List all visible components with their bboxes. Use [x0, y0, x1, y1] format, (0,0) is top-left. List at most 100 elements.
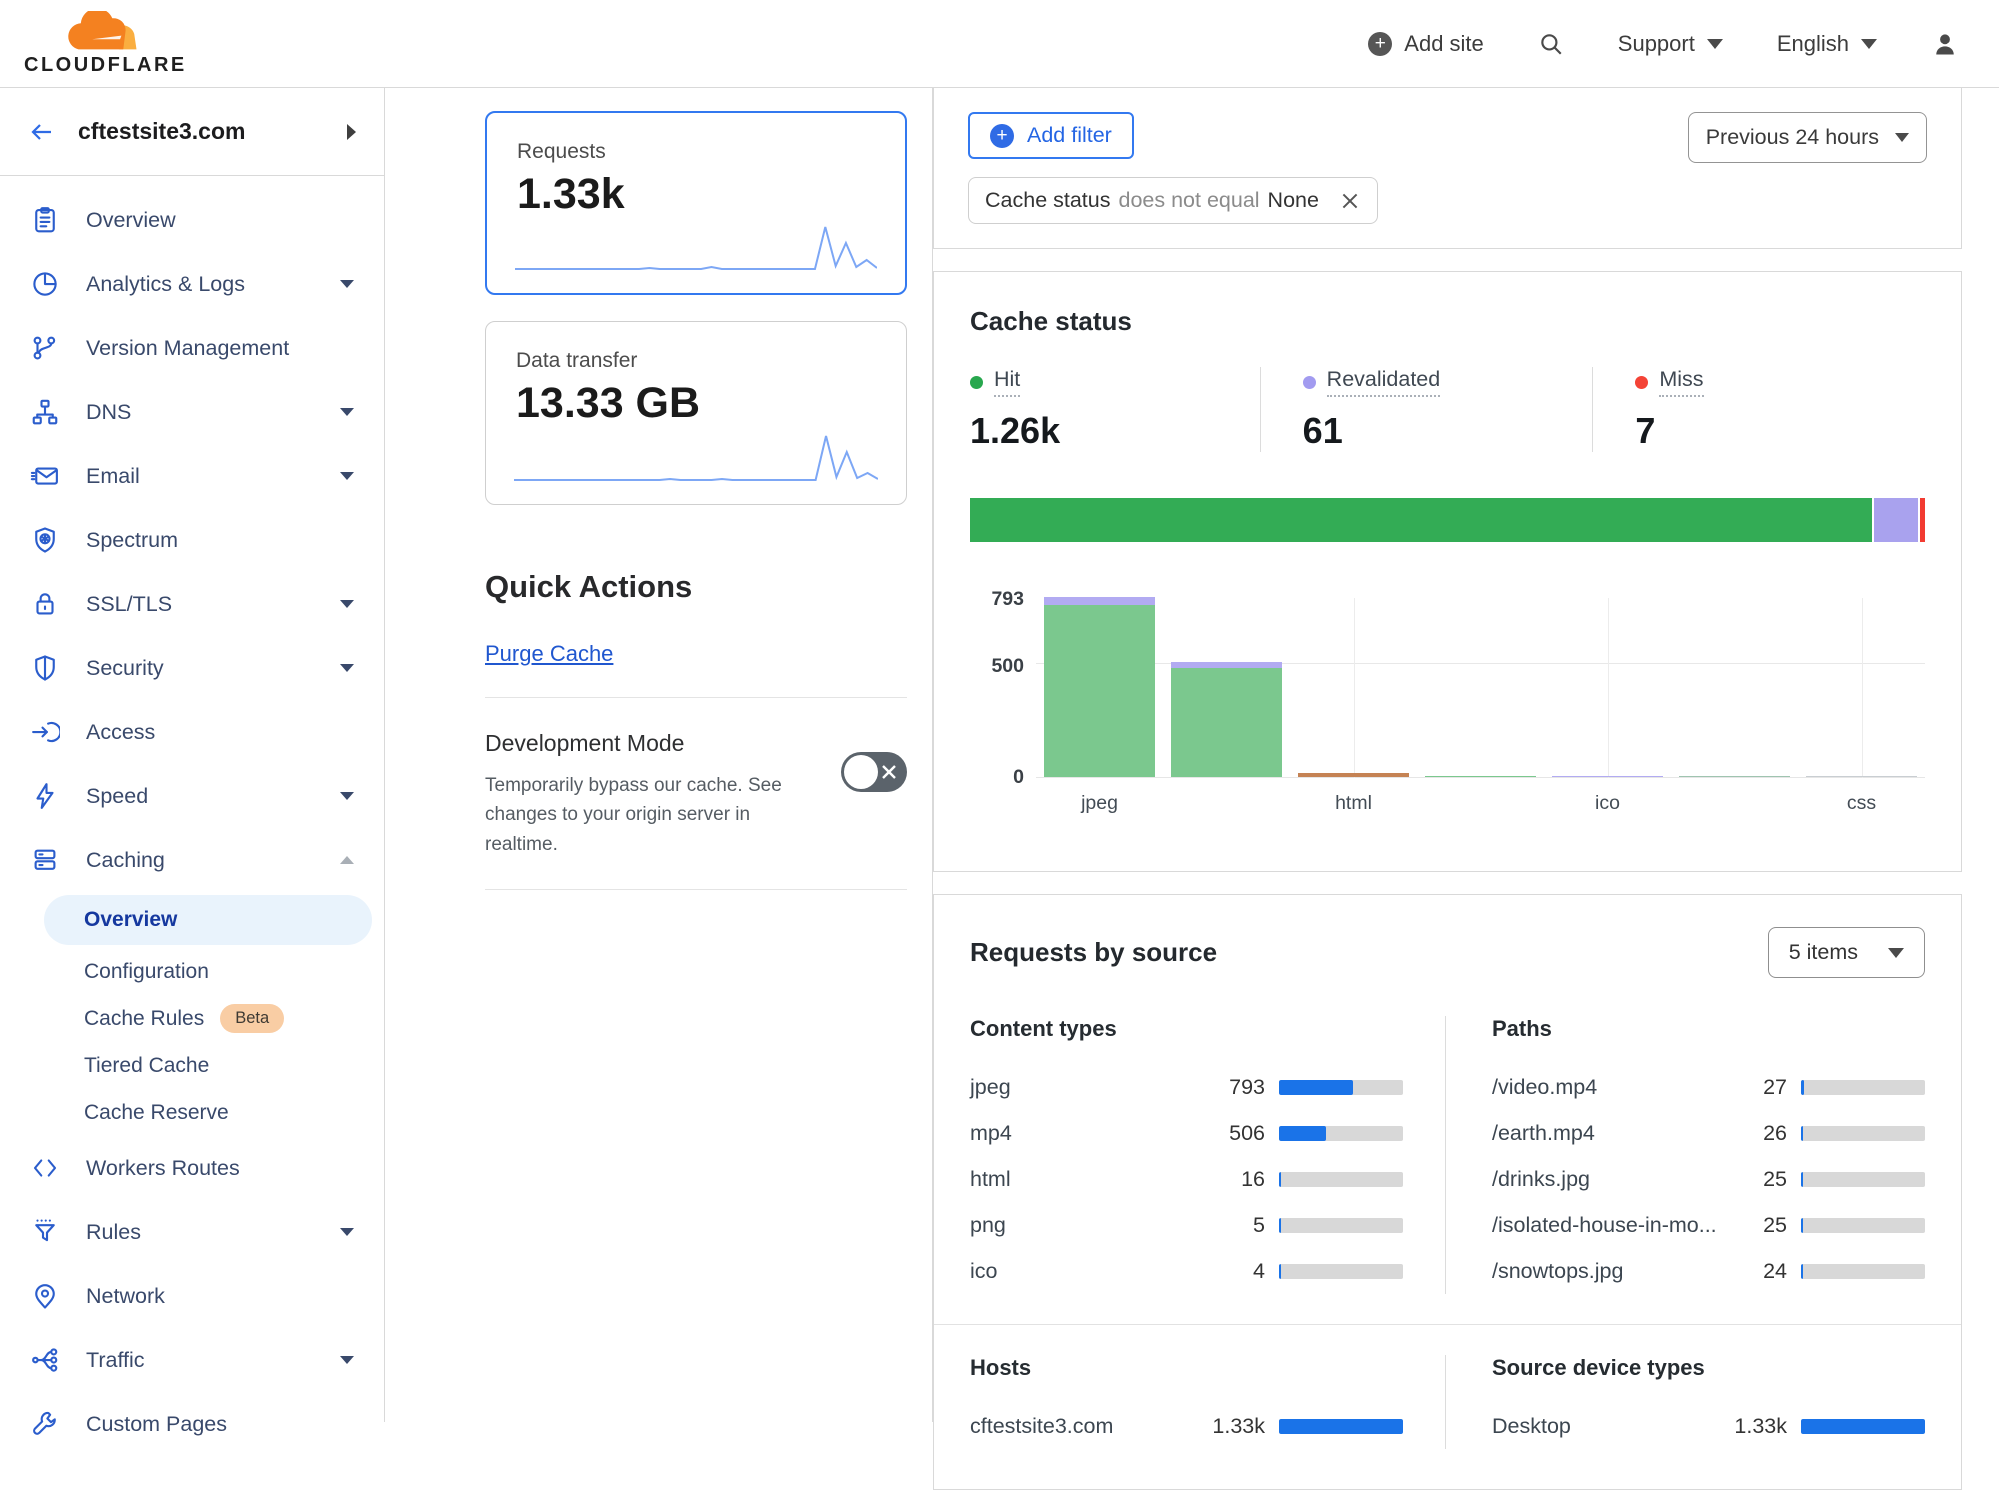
server-stack-icon — [30, 845, 60, 875]
requests-metric-card[interactable]: Requests 1.33k — [485, 111, 907, 295]
site-switcher[interactable]: cftestsite3.com — [0, 88, 384, 176]
chevron-down-icon — [1707, 39, 1723, 49]
sidebar-subitem-label: Overview — [84, 908, 177, 932]
sidebar-item-spectrum[interactable]: Spectrum — [0, 508, 384, 572]
filter-chip[interactable]: Cache status does not equal None — [968, 177, 1378, 224]
shield-icon — [30, 653, 60, 683]
progress-track — [1801, 1172, 1925, 1187]
progress-fill — [1801, 1218, 1803, 1233]
source-device-types-column: Source device types Desktop1.33k — [1445, 1355, 1961, 1449]
development-mode-title: Development Mode — [485, 730, 795, 757]
sidebar-subitem-configuration[interactable]: Configuration — [0, 948, 384, 995]
chevron-down-icon — [1895, 133, 1909, 142]
filter-operator: does not equal — [1118, 188, 1259, 213]
stat-label[interactable]: Hit — [994, 367, 1020, 397]
filter-panel: + Add filter Previous 24 hours Cache sta… — [933, 88, 1962, 249]
support-menu[interactable]: Support — [1618, 31, 1723, 57]
sidebar-item-overview[interactable]: Overview — [0, 188, 384, 252]
cache-status-panel: Cache status Hit1.26kRevalidated61Miss7 … — [933, 271, 1962, 872]
quick-actions-title: Quick Actions — [485, 569, 907, 605]
sidebar-item-traffic[interactable]: Traffic — [0, 1328, 384, 1392]
remove-filter-icon[interactable] — [1339, 190, 1361, 212]
sidebar-item-ssl-tls[interactable]: SSL/TLS — [0, 572, 384, 636]
paths-title: Paths — [1492, 1016, 1925, 1042]
list-item-value: 16 — [1241, 1167, 1265, 1192]
progress-track — [1279, 1172, 1403, 1187]
progress-fill — [1279, 1264, 1281, 1279]
data-transfer-metric-card[interactable]: Data transfer 13.33 GB — [485, 321, 907, 505]
legend-dot-miss — [1635, 376, 1648, 389]
document-icon — [30, 205, 60, 235]
sidebar-item-security[interactable]: Security — [0, 636, 384, 700]
sidebar-item-access[interactable]: Access — [0, 700, 384, 764]
language-menu[interactable]: English — [1777, 31, 1877, 57]
stat-value: 61 — [1303, 410, 1593, 452]
sidebar-item-workers-routes[interactable]: Workers Routes — [0, 1136, 384, 1200]
progress-track — [1801, 1080, 1925, 1095]
list-item-snowtops-jpg: /snowtops.jpg24 — [1492, 1248, 1925, 1294]
brand-wordmark: CLOUDFLARE — [24, 54, 187, 77]
sidebar-subitem-cache-rules[interactable]: Cache RulesBeta — [0, 995, 384, 1042]
bar-segment — [1044, 605, 1156, 778]
sidebar-subitem-cache-reserve[interactable]: Cache Reserve — [0, 1089, 384, 1136]
progress-track — [1801, 1218, 1925, 1233]
sidebar-item-label: SSL/TLS — [86, 592, 172, 617]
account-menu[interactable] — [1931, 30, 1959, 58]
progress-fill — [1279, 1218, 1281, 1233]
stat-label[interactable]: Miss — [1659, 367, 1703, 397]
development-mode-section: Development Mode Temporarily bypass our … — [485, 730, 907, 859]
list-item-value: 26 — [1763, 1121, 1787, 1146]
stat-label[interactable]: Revalidated — [1327, 367, 1441, 397]
content-types-column: Content types jpeg793mp4506html16png5ico… — [934, 1016, 1445, 1294]
sidebar-item-network[interactable]: Network — [0, 1264, 384, 1328]
sidebar-item-label: DNS — [86, 400, 131, 425]
chart-slot — [1417, 598, 1544, 777]
list-item-label: jpeg — [970, 1075, 1011, 1100]
sidebar-subitem-label: Configuration — [84, 960, 209, 984]
x-axis-tick-empty — [1163, 792, 1290, 815]
gridline-vertical — [1354, 598, 1355, 778]
plus-icon: + — [1368, 32, 1392, 56]
wrench-icon — [30, 1409, 60, 1439]
hosts-column: Hosts cftestsite3.com1.33k — [934, 1355, 1445, 1449]
sidebar-item-analytics-logs[interactable]: Analytics & Logs — [0, 252, 384, 316]
stat-header: Hit — [970, 367, 1260, 397]
branch-icon — [30, 333, 60, 363]
items-count-dropdown[interactable]: 5 items — [1768, 927, 1925, 978]
bar-unlabeled — [1679, 776, 1791, 778]
access-arrow-icon — [30, 717, 60, 747]
purge-cache-link[interactable]: Purge Cache — [485, 641, 613, 667]
chevron-right-icon[interactable] — [347, 124, 356, 140]
support-label: Support — [1618, 31, 1695, 57]
list-item-video-mp4: /video.mp427 — [1492, 1064, 1925, 1110]
list-item-value: 1.33k — [1734, 1414, 1787, 1439]
cache-status-bar-chart: 7935000 jpeghtmlicocss — [970, 598, 1925, 815]
cache-status-summary-bar — [970, 498, 1925, 542]
sidebar-item-rules[interactable]: Rules — [0, 1200, 384, 1264]
list-item-label: /earth.mp4 — [1492, 1121, 1595, 1146]
sidebar: cftestsite3.com OverviewAnalytics & Logs… — [0, 88, 385, 1422]
sidebar-item-version-management[interactable]: Version Management — [0, 316, 384, 380]
legend-dot-hit — [970, 376, 983, 389]
sidebar-item-caching[interactable]: Caching — [0, 828, 384, 892]
sidebar-item-email[interactable]: Email — [0, 444, 384, 508]
list-item-mp4: mp4506 — [970, 1110, 1403, 1156]
stat-header: Revalidated — [1303, 367, 1593, 397]
chart-plot-area — [1036, 598, 1925, 778]
search-button[interactable] — [1538, 31, 1564, 57]
summary-segment-hit — [970, 498, 1872, 542]
plus-icon: + — [990, 124, 1014, 148]
sidebar-subitem-label: Tiered Cache — [84, 1054, 209, 1078]
sidebar-item-custom-pages[interactable]: Custom Pages — [0, 1392, 384, 1456]
add-site-button[interactable]: + Add site — [1368, 31, 1484, 57]
sidebar-subitem-overview[interactable]: Overview — [44, 895, 372, 945]
add-filter-button[interactable]: + Add filter — [968, 112, 1134, 159]
time-range-dropdown[interactable]: Previous 24 hours — [1688, 112, 1927, 163]
back-arrow-icon[interactable] — [28, 120, 56, 144]
chevron-down-icon — [1888, 948, 1904, 958]
requests-by-source-title: Requests by source — [970, 937, 1217, 968]
sidebar-item-dns[interactable]: DNS — [0, 380, 384, 444]
sidebar-subitem-tiered-cache[interactable]: Tiered Cache — [0, 1042, 384, 1089]
development-mode-toggle[interactable] — [841, 752, 907, 792]
sidebar-item-speed[interactable]: Speed — [0, 764, 384, 828]
